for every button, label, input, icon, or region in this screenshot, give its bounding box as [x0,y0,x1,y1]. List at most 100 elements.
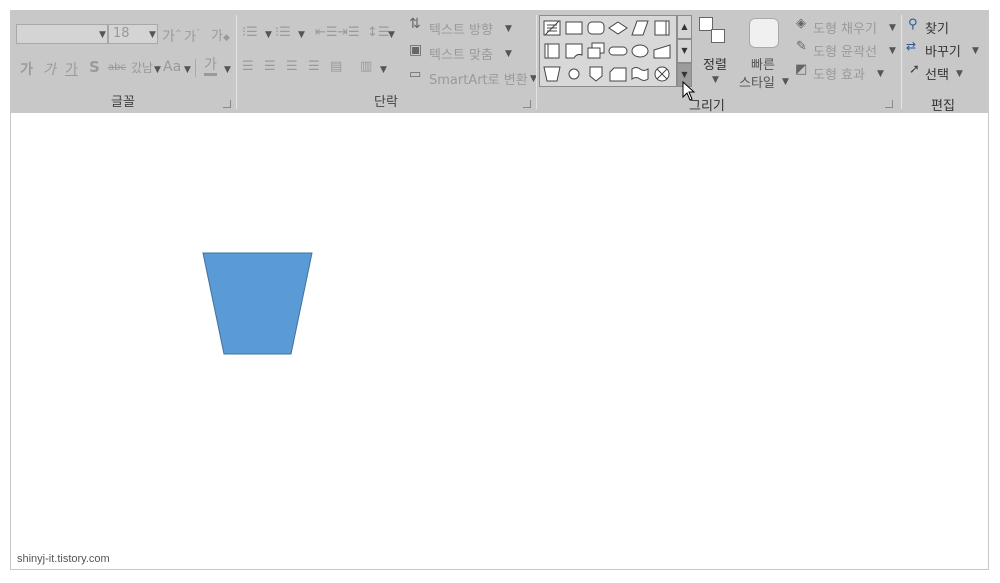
terminator-shape[interactable] [607,40,629,62]
font-name-combo[interactable] [16,24,108,44]
numbering-icon[interactable]: ⁝☰ [275,25,291,40]
manual-operation-shape[interactable] [541,63,563,85]
increase-indent-icon[interactable]: ⇥☰ [337,25,360,40]
drawing-dialog-launcher-icon[interactable] [885,100,893,108]
shrink-font-button[interactable]: 가ˇ [184,26,200,45]
watermark-text: shinyj-it.tistory.com [17,553,110,565]
line-spacing-dropdown-icon[interactable]: ▼ [388,30,395,40]
mouse-pointer-icon [682,80,696,105]
replace-button[interactable]: 바꾸기 [925,41,961,60]
underline-button[interactable]: 가 [65,59,78,79]
italic-button[interactable]: 가 [43,59,56,79]
arrange-button[interactable]: 정렬 [703,54,727,73]
font-group: ▼ 18 ▼ 가^ 가ˇ 가◆ 가 가 가 S abc 갔남 ▼ Aa ▼ 가 … [11,11,235,113]
numbering-dropdown-icon[interactable]: ▼ [298,30,305,40]
smartart-icon: ▭ [409,67,422,82]
gallery-scroll-down-icon[interactable]: ▼ [677,39,692,63]
connector-shape[interactable] [563,63,585,85]
font-group-label: 글꼴 [111,95,135,110]
card-shape[interactable] [607,63,629,85]
strikethrough-button[interactable]: abc [108,62,126,73]
ribbon: ▼ 18 ▼ 가^ 가ˇ 가◆ 가 가 가 S abc 갔남 ▼ Aa ▼ 가 … [11,11,988,114]
manual-input-shape[interactable] [651,40,673,62]
gallery-scroll-up-icon[interactable]: ▲ [677,15,692,39]
text-box-shape[interactable] [541,17,563,39]
shapes-gallery[interactable] [539,15,677,87]
character-spacing-button[interactable]: 갔남 [131,59,153,76]
punched-tape-shape[interactable] [629,63,651,85]
align-text-dropdown-icon[interactable]: ▼ [505,49,512,59]
clear-format-button[interactable]: 가◆ [211,25,230,44]
paragraph-group-label: 단락 [374,95,398,110]
offpage-connector-shape[interactable] [585,63,607,85]
align-text-button[interactable]: 텍스트 맞춤 [429,44,493,63]
paragraph-dialog-launcher-icon[interactable] [523,100,531,108]
character-spacing-dropdown-icon[interactable]: ▼ [154,65,161,75]
application-window: ▼ 18 ▼ 가^ 가ˇ 가◆ 가 가 가 S abc 갔남 ▼ Aa ▼ 가 … [10,10,989,570]
shape-effects-icon: ◩ [795,62,808,77]
paint-bucket-icon: ◈ [796,16,806,31]
find-button[interactable]: 찾기 [925,18,949,37]
find-icon: ⚲ [908,17,918,32]
change-case-dropdown-icon[interactable]: ▼ [184,65,191,75]
shape-outline-button[interactable]: 도형 윤곽선 [813,41,877,60]
parallelogram-shape[interactable] [629,17,651,39]
shape-effects-dropdown-icon[interactable]: ▼ [877,69,884,79]
summing-junction-shape[interactable] [651,63,673,85]
group-separator [901,15,902,109]
rectangle-shape[interactable] [563,17,585,39]
align-text-icon: ▣ [409,42,423,58]
select-button[interactable]: 선택 [925,64,949,83]
columns-icon[interactable]: ▥ [360,59,372,74]
text-direction-button[interactable]: 텍스트 방향 [429,19,493,38]
process-shape[interactable] [541,40,563,62]
decrease-indent-icon[interactable]: ⇤☰ [315,25,338,40]
select-cursor-icon: ➚ [909,62,920,77]
align-left-icon[interactable]: ☰ [242,59,254,74]
font-name-dropdown-icon[interactable]: ▼ [99,30,106,40]
bullets-dropdown-icon[interactable]: ▼ [265,30,272,40]
oval-shape[interactable] [629,40,651,62]
quick-styles-button-line2[interactable]: 스타일 [739,72,775,91]
trapezoid-shape[interactable] [202,252,314,356]
justify-icon[interactable]: ☰ [308,59,320,74]
grow-font-button[interactable]: 가^ [162,26,182,46]
quick-styles-dropdown-icon[interactable]: ▼ [782,77,789,87]
text-shadow-button[interactable]: S [89,58,100,76]
arrange-icon [699,17,729,47]
change-case-button[interactable]: Aa [163,59,181,75]
text-direction-dropdown-icon[interactable]: ▼ [505,24,512,34]
quick-styles-button-line1[interactable]: 빠른 [751,54,775,73]
shape-fill-button[interactable]: 도형 채우기 [813,18,877,37]
bullets-icon[interactable]: ⁝☰ [242,25,258,40]
group-separator [536,15,537,109]
multidocument-shape[interactable] [585,40,607,62]
slide-canvas[interactable]: shinyj-it.tistory.com [11,113,988,569]
shape-outline-dropdown-icon[interactable]: ▼ [889,46,896,56]
replace-dropdown-icon[interactable]: ▼ [972,46,979,56]
font-dialog-launcher-icon[interactable] [223,100,231,108]
align-center-icon[interactable]: ☰ [264,59,276,74]
shape-effects-button[interactable]: 도형 효과 [813,64,865,83]
select-dropdown-icon[interactable]: ▼ [956,69,963,79]
editing-group-label: 편집 [931,99,955,114]
quick-styles-icon [749,18,779,48]
font-color-dropdown-icon[interactable]: ▼ [224,65,231,75]
frame-shape[interactable] [651,17,673,39]
align-right-icon[interactable]: ☰ [286,59,298,74]
shape-fill-dropdown-icon[interactable]: ▼ [889,23,896,33]
bold-button[interactable]: 가 [20,59,33,79]
pencil-icon: ✎ [796,39,807,54]
convert-smartart-button[interactable]: SmartArt로 변환 [429,69,528,88]
diamond-shape[interactable] [607,17,629,39]
columns-dropdown-icon[interactable]: ▼ [380,65,387,75]
font-size-dropdown-icon[interactable]: ▼ [149,30,156,40]
line-spacing-icon[interactable]: ↕☰ [367,25,390,40]
document-shape[interactable] [563,40,585,62]
distribute-icon[interactable]: ▤ [330,59,342,74]
font-color-button[interactable]: 가 [204,57,217,76]
eraser-icon: ◆ [222,33,230,43]
arrange-dropdown-icon[interactable]: ▼ [712,75,719,85]
rounded-rectangle-shape[interactable] [585,17,607,39]
replace-icon: ⇄ [906,39,917,53]
